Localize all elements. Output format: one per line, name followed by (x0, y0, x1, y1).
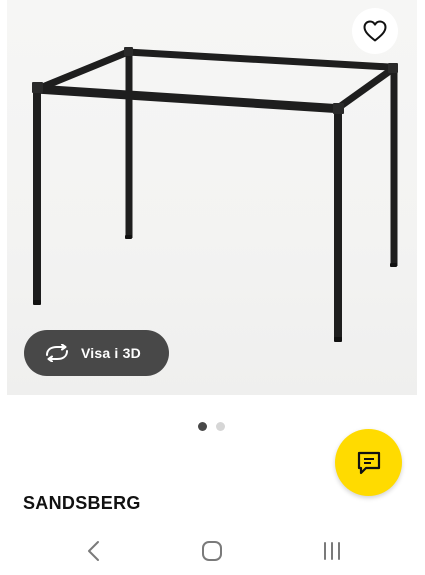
product-name: SANDSBERG (23, 493, 141, 513)
heart-icon (363, 20, 387, 42)
nav-home-button[interactable] (197, 536, 227, 566)
back-icon (88, 541, 99, 561)
carousel-pager (198, 422, 225, 431)
favorite-button[interactable] (352, 8, 398, 54)
pager-dot-active[interactable] (198, 422, 207, 431)
system-nav-bar (0, 527, 425, 575)
home-icon (202, 541, 222, 561)
recents-icon (324, 542, 340, 560)
nav-recents-button[interactable] (317, 536, 347, 566)
rotate-3d-icon (46, 344, 68, 362)
chat-button[interactable] (335, 429, 402, 496)
chat-bubble-icon (357, 451, 380, 474)
view-3d-label: Visa i 3D (81, 345, 141, 361)
view-3d-button[interactable]: Visa i 3D (24, 330, 169, 376)
pager-dot[interactable] (216, 422, 225, 431)
nav-back-button[interactable] (79, 536, 109, 566)
